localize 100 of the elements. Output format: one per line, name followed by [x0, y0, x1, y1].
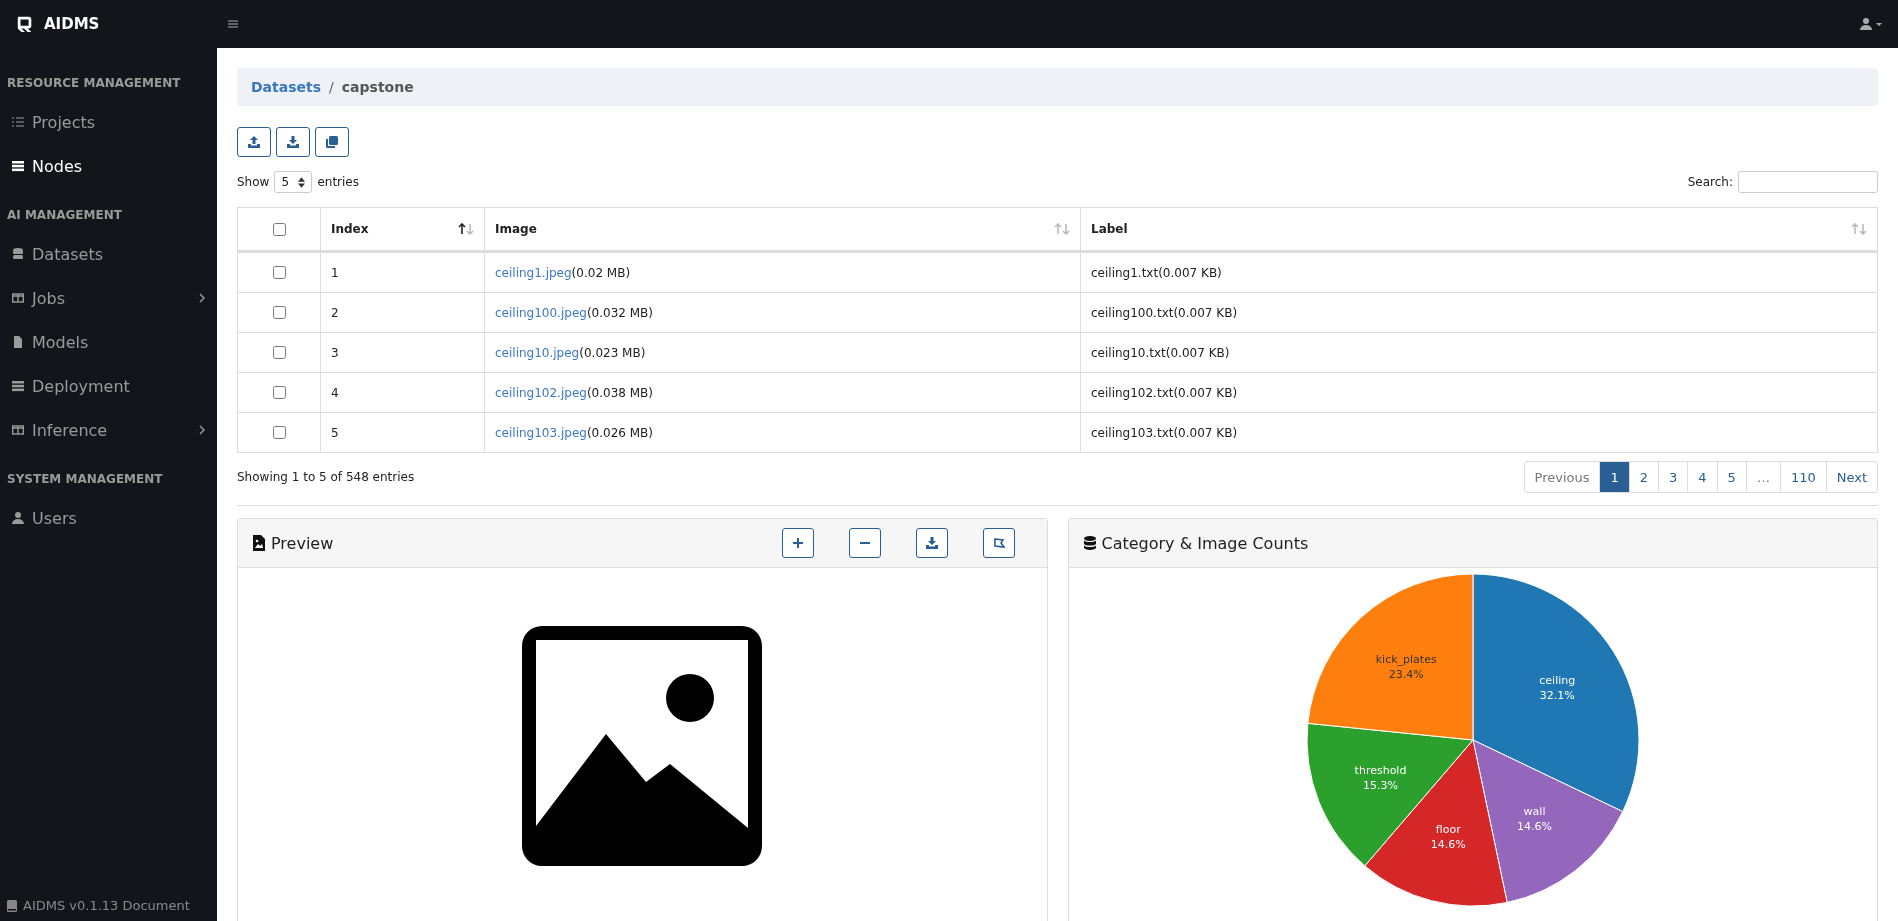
- page-button[interactable]: 3: [1658, 462, 1688, 492]
- file-size: (0.02 MB): [571, 265, 631, 280]
- user-icon: [12, 512, 24, 524]
- row-checkbox[interactable]: [273, 306, 286, 319]
- zoom-out-button[interactable]: [848, 528, 881, 558]
- panel-title: Preview: [271, 533, 334, 553]
- index-cell: 4: [320, 372, 485, 413]
- slice-label: kick_plates: [1375, 653, 1437, 667]
- slice-value: 14.6%: [1430, 838, 1466, 852]
- copy-button[interactable]: [315, 127, 349, 157]
- download-icon: [925, 537, 938, 549]
- upload-icon: [248, 136, 260, 148]
- image-link[interactable]: ceiling10.jpeg: [495, 345, 580, 360]
- slice-value: 15.3%: [1362, 778, 1398, 792]
- section-heading: AI MANAGEMENT: [6, 208, 123, 222]
- file-size: (0.023 MB): [579, 345, 646, 360]
- nav-item[interactable]: Jobs: [0, 276, 217, 320]
- database-icon: [1083, 536, 1096, 550]
- row-checkbox[interactable]: [273, 346, 286, 359]
- nav-item[interactable]: Nodes: [0, 144, 217, 188]
- breadcrumb-current: capstone: [341, 79, 414, 95]
- slice-value: 32.1%: [1539, 688, 1575, 702]
- polygon-icon: [992, 537, 1005, 549]
- index-cell: 5: [320, 412, 485, 453]
- pie-slice[interactable]: [1306, 722, 1474, 867]
- upload-button[interactable]: [237, 127, 271, 157]
- brand-name[interactable]: AIDMS: [44, 15, 100, 33]
- index-cell: 2: [320, 292, 485, 333]
- section-heading: SYSTEM MANAGEMENT: [6, 472, 164, 486]
- search-field[interactable]: [1738, 171, 1878, 193]
- select-all-checkbox[interactable]: [273, 222, 286, 236]
- download-icon: [287, 136, 299, 148]
- menu-icon[interactable]: [228, 20, 238, 28]
- list-icon: [12, 116, 24, 128]
- logo-icon: [16, 15, 34, 33]
- page-button[interactable]: 4: [1687, 462, 1717, 492]
- nav-item[interactable]: Users: [0, 496, 217, 540]
- plus-icon: [791, 537, 804, 549]
- bars-icon: [12, 160, 24, 172]
- documentation-link[interactable]: AIDMS v0.1.13 Document: [0, 898, 217, 921]
- image-link[interactable]: ceiling1.jpeg: [495, 265, 572, 280]
- panel-title: Category & Image Counts: [1101, 533, 1309, 553]
- nav-item[interactable]: Inference: [0, 408, 217, 452]
- chevron-icon: [199, 293, 205, 303]
- entries-select[interactable]: 5: [274, 171, 313, 193]
- pie-slice[interactable]: [1472, 573, 1639, 813]
- file-size: (0.026 MB): [586, 425, 653, 440]
- page-button[interactable]: 110: [1779, 462, 1826, 492]
- file-size: (0.032 MB): [586, 305, 653, 320]
- label-cell: ceiling100.txt(0.007 KB): [1080, 292, 1878, 333]
- label-cell: ceiling10.txt(0.007 KB): [1080, 332, 1878, 373]
- bars-icon: [12, 380, 24, 392]
- label-cell: ceiling103.txt(0.007 KB): [1080, 412, 1878, 453]
- pie-slice[interactable]: [1472, 739, 1623, 903]
- nav-item[interactable]: Deployment: [0, 364, 217, 408]
- download-button[interactable]: [915, 528, 948, 558]
- zoom-in-button[interactable]: [781, 528, 814, 558]
- nav-item[interactable]: Models: [0, 320, 217, 364]
- slice-label: floor: [1435, 823, 1461, 837]
- section-heading: RESOURCE MANAGEMENT: [6, 76, 182, 90]
- index-cell: 1: [320, 251, 485, 293]
- column-header[interactable]: Index: [320, 207, 485, 252]
- column-header[interactable]: Label: [1080, 207, 1878, 252]
- column-header[interactable]: Image: [484, 207, 1081, 252]
- image-link[interactable]: ceiling102.jpeg: [495, 385, 587, 400]
- chevron-icon: [199, 425, 205, 435]
- image-link[interactable]: ceiling100.jpeg: [495, 305, 587, 320]
- page-button[interactable]: Previous: [1524, 462, 1600, 492]
- page-button[interactable]: 1: [1599, 462, 1629, 492]
- table-icon: [12, 424, 24, 436]
- breadcrumb-separator: /: [329, 79, 334, 95]
- image-placeholder-icon: [522, 626, 763, 866]
- page-button[interactable]: 5: [1716, 462, 1746, 492]
- entries-label: entries: [317, 175, 359, 189]
- image-file-icon: [253, 535, 265, 551]
- page-button[interactable]: …: [1745, 462, 1780, 492]
- nav-item[interactable]: Projects: [0, 100, 217, 144]
- nav-item[interactable]: Datasets: [0, 232, 217, 276]
- page-button[interactable]: Next: [1825, 462, 1877, 492]
- page-button[interactable]: 2: [1628, 462, 1659, 492]
- file-icon: [12, 336, 24, 348]
- search-label: Search:: [1687, 175, 1733, 189]
- table-icon: [12, 292, 24, 304]
- book-icon: [7, 899, 17, 912]
- breadcrumb-link[interactable]: Datasets: [251, 79, 322, 95]
- row-checkbox[interactable]: [273, 426, 286, 439]
- slice-label: ceiling: [1539, 673, 1575, 687]
- slice-label: wall: [1523, 805, 1546, 819]
- row-checkbox[interactable]: [273, 266, 286, 279]
- pie-slice[interactable]: [1307, 573, 1474, 741]
- slice-value: 14.6%: [1516, 820, 1552, 834]
- label-cell: ceiling102.txt(0.007 KB): [1080, 372, 1878, 413]
- user-icon[interactable]: [1860, 18, 1882, 30]
- image-link[interactable]: ceiling103.jpeg: [495, 425, 587, 440]
- row-checkbox[interactable]: [273, 386, 286, 399]
- show-label: Show: [237, 175, 270, 189]
- slice-label: threshold: [1354, 763, 1407, 777]
- download-button[interactable]: [276, 127, 310, 157]
- draw-shape-button[interactable]: [982, 528, 1015, 558]
- slice-value: 23.4%: [1388, 668, 1424, 682]
